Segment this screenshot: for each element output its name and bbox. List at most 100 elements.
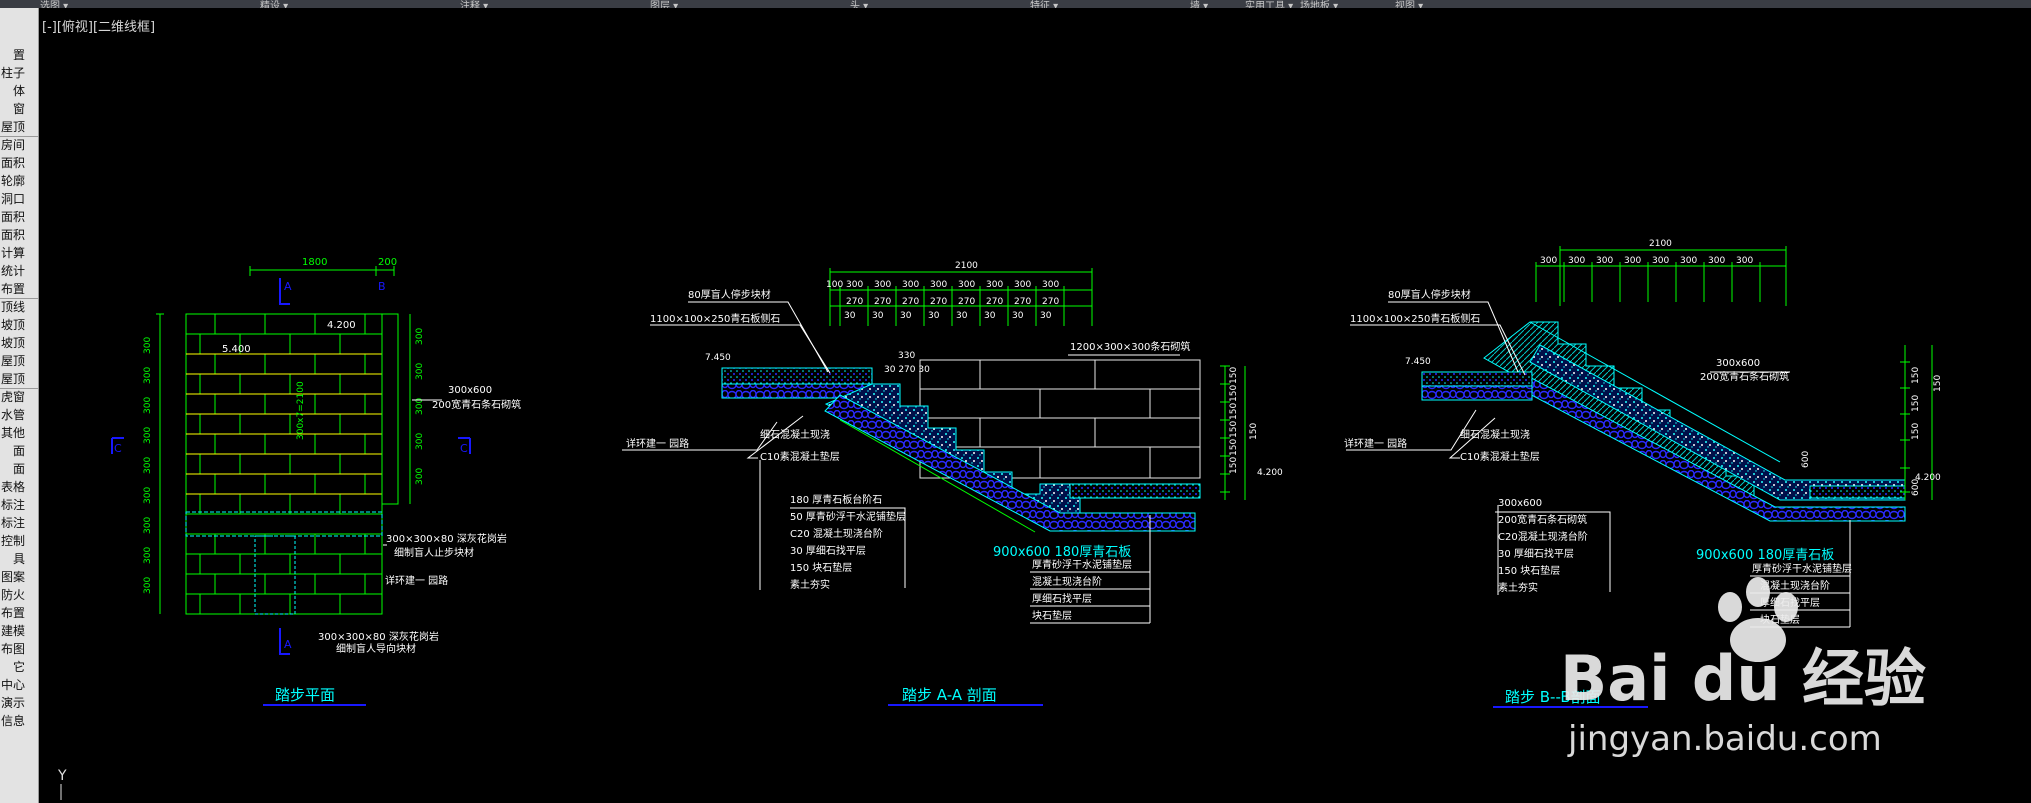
menu-item-2[interactable]: 精设 ▾ — [260, 0, 288, 8]
sidebar-tool-item[interactable]: 虎窗 — [1, 390, 25, 404]
plan-curb — [381, 313, 399, 505]
plan-note-300x600: 300x600 — [448, 385, 492, 396]
aa-right-dim: 150 — [1229, 439, 1239, 456]
bb-dim-300: 300 — [1708, 256, 1725, 266]
sidebar-tool-item[interactable]: 布置 — [1, 606, 25, 620]
plan-note-granite-2: 300×300×80 深灰花岗岩 — [318, 630, 439, 643]
bb-dim-300: 300 — [1568, 256, 1585, 266]
sidebar-tool-item[interactable]: 中心 — [1, 678, 25, 692]
plan-section-tag-b[interactable]: B — [378, 280, 386, 293]
sidebar-tool-item[interactable]: 置 — [13, 48, 25, 62]
sidebar-tool-item[interactable]: 屋顶 — [1, 120, 25, 134]
bb-layer-4: 30 厚细石找平层 — [1498, 547, 1574, 560]
sidebar-tool-item[interactable]: 洞口 — [1, 192, 25, 206]
sidebar-tool-item[interactable]: 面积 — [1, 156, 25, 170]
plan-left-dim: 300 — [143, 487, 153, 504]
plan-note-stone: 200宽青石条石砌筑 — [432, 398, 521, 411]
sidebar-tool-item[interactable]: 布图 — [1, 642, 25, 656]
sidebar-tool-item[interactable]: 坡顶 — [1, 336, 25, 350]
bb-upper-base — [1421, 385, 1533, 401]
plan-section-tag-c[interactable]: C — [114, 442, 122, 455]
plan-view: 1800 200 300 300 300 300 300 300 300 300… — [111, 257, 521, 706]
bb-layer-2: 200宽青石条石砌筑 — [1498, 513, 1587, 526]
sidebar-tool-item[interactable]: 屋顶 — [1, 372, 25, 386]
tool-palette-sidebar: 置柱子体窗屋顶 房间 面积 轮廓 洞口 面积 面积 计算 统计 布置 顶线 坡顶 坡顶 屋顶 屋顶 虎窗 水管其… — [0, 8, 39, 803]
bb-elev-top: 7.450 — [1405, 357, 1431, 367]
sidebar-tool-item[interactable]: 演示 — [1, 696, 25, 710]
sidebar-tool-item[interactable]: 建模 — [1, 624, 25, 638]
sidebar-tool-item[interactable]: 水管 — [1, 408, 25, 422]
menu-item-10[interactable]: 视图 ▾ — [1395, 0, 1423, 8]
sidebar-tool-item[interactable]: 图案 — [1, 570, 25, 584]
sidebar-tool-item[interactable]: 面 — [13, 444, 25, 458]
plan-section-tag-a[interactable]: A — [284, 280, 292, 293]
sidebar-tool-item[interactable]: 标注 — [1, 516, 25, 530]
sidebar-tool-item[interactable]: 房间 — [1, 138, 25, 152]
aa-dim-330: 330 — [898, 351, 915, 361]
plan-note-tactile-guide: 细制盲人导向块材 — [336, 642, 416, 655]
sidebar-tool-item[interactable]: 它 — [13, 660, 25, 674]
aa-label-fine-concrete: 细石混凝土现浇 — [760, 428, 830, 441]
menu-item-5[interactable]: 头 ▾ — [850, 0, 868, 8]
sidebar-tool-item[interactable]: 屋顶 — [1, 354, 25, 368]
aa-dim-270: 270 — [986, 297, 1003, 307]
aa-right-dim: 150 — [1229, 385, 1239, 402]
aa-dim-30: 30 — [872, 311, 884, 321]
aa-dim-270: 270 — [930, 297, 947, 307]
sidebar-tool-item[interactable]: 轮廓 — [1, 174, 25, 188]
sidebar-separator — [0, 136, 38, 137]
sidebar-tool-item[interactable]: 窗 — [13, 102, 25, 116]
sidebar-tool-item[interactable]: 防火 — [1, 588, 25, 602]
aa-dim-30: 30 — [956, 311, 968, 321]
menu-item-7[interactable]: 墙 ▾ — [1190, 0, 1208, 8]
sidebar-tool-item[interactable]: 计算 — [1, 246, 25, 260]
aa-dim-30: 30 — [1040, 311, 1052, 321]
sidebar-tool-item[interactable]: 表格 — [1, 480, 25, 494]
sidebar-tool-item[interactable]: 布置 — [1, 282, 25, 296]
aa-dim-total: 2100 — [955, 261, 978, 271]
menu-item-8[interactable]: 实用工具 ▾ — [1245, 0, 1293, 8]
plan-elev-lower: 5.400 — [222, 344, 251, 355]
watermark-brand: Bai du 经验 — [1560, 642, 1926, 715]
aa-dim-300: 300 — [1042, 280, 1059, 290]
sidebar-tool-item[interactable]: 体 — [13, 84, 25, 98]
bb-layer-6: 素土夯实 — [1498, 581, 1538, 594]
plan-section-tag-a-bottom[interactable]: A — [284, 638, 292, 651]
sidebar-tool-item[interactable]: 统计 — [1, 264, 25, 278]
drawing-canvas[interactable]: 1800 200 300 300 300 300 300 300 300 300… — [38, 8, 2031, 803]
plan-right-dim: 300 — [415, 433, 425, 450]
sidebar-tool-item[interactable]: 具 — [13, 552, 25, 566]
sidebar-tool-item[interactable]: 柱子 — [1, 66, 25, 80]
sidebar-tool-item[interactable]: 信息 — [1, 714, 25, 728]
sidebar-tool-item[interactable]: 标注 — [1, 498, 25, 512]
aa-dim-300: 300 — [874, 280, 891, 290]
bb-dim-300: 300 — [1680, 256, 1697, 266]
menu-item-3[interactable]: 注释 ▾ — [460, 0, 488, 8]
plan-note-path: 详环建一 园路 — [385, 574, 448, 587]
plan-guide-strip — [254, 535, 296, 615]
plan-section-tag-c-right[interactable]: C — [460, 442, 468, 455]
aa-label-curb: 1100×100×250青石板侧石 — [650, 312, 780, 325]
bb-label-curb: 1100×100×250青石板侧石 — [1350, 312, 1480, 325]
sidebar-tool-item[interactable]: 顶线 — [1, 300, 25, 314]
sidebar-tool-item[interactable]: 面 — [13, 462, 25, 476]
aa-dim-270: 270 — [846, 297, 863, 307]
plan-left-dim: 300 — [143, 427, 153, 444]
menu-item-9[interactable]: 场地板 ▾ — [1300, 0, 1338, 8]
sidebar-tool-item[interactable]: 面积 — [1, 228, 25, 242]
aa-dim-30: 30 — [844, 311, 856, 321]
aa-right-dim: 150 — [1229, 403, 1239, 420]
section-bb: 2100 300 300 300 300 300 300 300 300 150… — [1344, 239, 1943, 708]
bb-dim-300: 300 — [1624, 256, 1641, 266]
aa-layer-3: C20 混凝土现浇台阶 — [790, 527, 883, 540]
sidebar-tool-item[interactable]: 其他 — [1, 426, 25, 440]
sidebar-tool-item[interactable]: 控制 — [1, 534, 25, 548]
menu-item-1[interactable]: 选图 ▾ — [40, 0, 68, 8]
menu-item-6[interactable]: 特征 ▾ — [1030, 0, 1058, 8]
menu-item-4[interactable]: 图层 ▾ — [650, 0, 678, 8]
bb-dim-300: 300 — [1736, 256, 1753, 266]
plan-left-dim: 300 — [143, 547, 153, 564]
sidebar-tool-item[interactable]: 面积 — [1, 210, 25, 224]
sidebar-tool-item[interactable]: 坡顶 — [1, 318, 25, 332]
bb-right-dim: 150 — [1911, 367, 1921, 384]
